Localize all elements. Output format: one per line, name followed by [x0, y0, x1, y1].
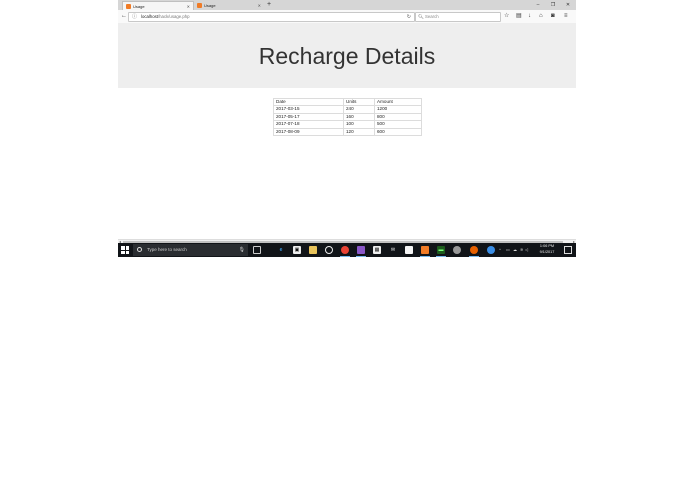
favicon-icon	[197, 3, 202, 8]
cell-units: 120	[343, 127, 375, 137]
nav-bar: ← ⓘ localhost/hack/usage.php ↻ 🔍︎ Search…	[118, 10, 576, 24]
column-header-units: Units	[343, 97, 375, 107]
firefox-icon[interactable]	[469, 246, 479, 257]
new-tab-button[interactable]: +	[267, 0, 271, 10]
url-text: localhost/hack/usage.php	[141, 13, 190, 21]
back-icon[interactable]: ←	[121, 10, 127, 23]
battery-icon[interactable]: ▭	[506, 243, 510, 257]
page-content: Recharge Details Date Units Amount 2017-…	[118, 23, 576, 239]
table-header-row: Date Units Amount	[273, 97, 422, 107]
groove-icon[interactable]	[325, 246, 333, 254]
pocket-icon[interactable]: ◙	[551, 10, 555, 23]
page-title: Recharge Details	[258, 43, 436, 69]
volume-icon[interactable]: ◁	[525, 243, 528, 257]
screen: Usage ✕ Usage ✕ + – ❐ ✕ ← ⓘ localhost/ha…	[118, 0, 576, 257]
tool-icon[interactable]	[453, 246, 461, 254]
document-icon[interactable]	[405, 246, 413, 254]
task-view-icon[interactable]	[253, 246, 261, 254]
cell-units: 160	[343, 112, 375, 122]
favicon-icon	[126, 4, 131, 9]
library-icon[interactable]: ▤	[516, 10, 522, 23]
close-window-button[interactable]: ✕	[561, 0, 575, 10]
info-icon[interactable]: ⓘ	[132, 13, 137, 21]
mail-icon[interactable]: ✉	[389, 246, 397, 254]
cell-amount: 500	[374, 120, 422, 129]
download-icon[interactable]: ↓	[528, 10, 531, 23]
tray-chevron-icon[interactable]: ^	[499, 243, 501, 257]
maximize-button[interactable]: ❐	[546, 0, 560, 10]
home-icon[interactable]: ⌂	[539, 10, 543, 23]
column-header-date: Date	[273, 97, 344, 107]
tab-usage-inactive[interactable]: Usage ✕	[194, 1, 264, 10]
visual-studio-icon[interactable]	[356, 246, 366, 257]
onedrive-icon[interactable]: ☁	[513, 243, 517, 257]
search-placeholder: Search	[425, 14, 439, 19]
taskbar-search[interactable]: Type here to search 🎙︎	[133, 244, 248, 256]
cell-units: 240	[343, 105, 375, 114]
terminal-icon[interactable]: ▬	[436, 246, 446, 257]
cell-amount: 800	[374, 112, 422, 122]
url-path: /hack/usage.php	[157, 14, 190, 19]
recharge-table: Date Units Amount 2017-03-15 240 1200 20…	[273, 97, 422, 137]
xampp-icon[interactable]	[420, 246, 430, 257]
cell-amount: 1200	[374, 105, 422, 114]
people-icon[interactable]	[487, 246, 495, 254]
search-icon: 🔍︎	[418, 14, 424, 19]
search-bar[interactable]: 🔍︎ Search	[415, 12, 501, 22]
close-tab-icon[interactable]: ✕	[258, 1, 261, 10]
menu-icon[interactable]: ≡	[564, 10, 568, 23]
table-row: 2017-03-15 240 1200	[273, 105, 422, 114]
table-row: 2017-07-18 100 500	[273, 120, 422, 129]
file-explorer-icon[interactable]	[309, 246, 317, 254]
table-row: 2017-05-17 160 800	[273, 112, 422, 122]
calculator-icon[interactable]: ▦	[373, 246, 381, 254]
tab-strip: Usage ✕ Usage ✕ + – ❐ ✕	[118, 0, 576, 11]
minimize-button[interactable]: –	[531, 0, 545, 10]
cell-date: 2017-03-15	[273, 105, 344, 114]
bookmark-star-icon[interactable]: ☆	[504, 10, 509, 23]
reload-icon[interactable]: ↻	[407, 13, 411, 21]
cell-units: 100	[343, 120, 375, 129]
taskbar-search-placeholder: Type here to search	[147, 247, 187, 252]
store-icon[interactable]: ▣	[293, 246, 301, 254]
page-header: Recharge Details	[118, 23, 576, 88]
cortana-icon	[137, 247, 142, 252]
table-row: 2017-08-09 120 600	[273, 127, 422, 137]
cell-date: 2017-07-18	[273, 120, 344, 129]
taskbar: Type here to search 🎙︎ e ▣ ▦ ✉ ▬ ^ ▭ ☁ ≋…	[118, 243, 576, 257]
url-bar[interactable]: ⓘ localhost/hack/usage.php ↻	[128, 12, 415, 22]
cell-date: 2017-05-17	[273, 112, 344, 122]
edge-icon[interactable]: e	[277, 246, 285, 254]
clock[interactable]: 1:06 PM 9/1/2017	[530, 244, 564, 255]
tab-title: Usage	[204, 3, 216, 8]
cell-amount: 600	[374, 127, 422, 137]
cell-date: 2017-08-09	[273, 127, 344, 137]
start-button[interactable]	[121, 246, 129, 254]
microphone-icon[interactable]: 🎙︎	[239, 244, 245, 256]
column-header-amount: Amount	[374, 97, 422, 107]
clock-date: 9/1/2017	[539, 249, 555, 254]
chrome-icon[interactable]	[340, 246, 350, 257]
notification-center-icon[interactable]	[564, 246, 572, 254]
network-icon[interactable]: ≋	[520, 243, 523, 257]
url-host: localhost	[141, 14, 158, 19]
